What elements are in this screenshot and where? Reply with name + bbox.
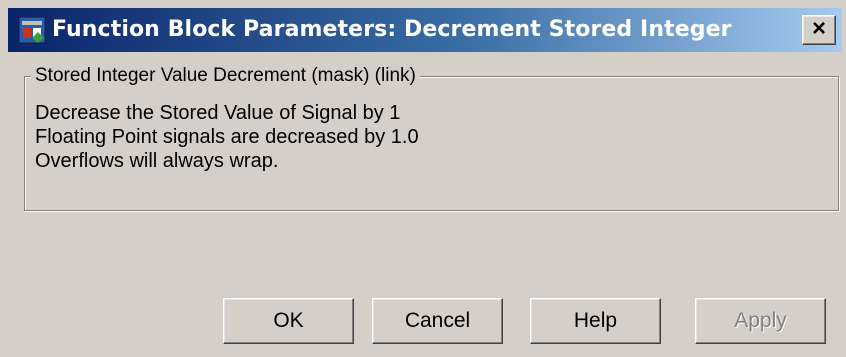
description-line: Decrease the Stored Value of Signal by 1 bbox=[35, 102, 401, 124]
ok-button[interactable]: OK bbox=[223, 298, 354, 344]
close-button[interactable]: × bbox=[802, 15, 836, 45]
description-line: Floating Point signals are decreased by … bbox=[35, 126, 419, 148]
close-icon: × bbox=[811, 15, 826, 42]
window-title: Function Block Parameters: Decrement Sto… bbox=[52, 17, 732, 42]
apply-button[interactable]: Apply bbox=[695, 298, 826, 344]
dialog-window: Function Block Parameters: Decrement Sto… bbox=[0, 0, 846, 357]
description-line: Overflows will always wrap. bbox=[35, 150, 279, 172]
cancel-button[interactable]: Cancel bbox=[372, 298, 503, 344]
help-button[interactable]: Help bbox=[530, 298, 661, 344]
description-group: Stored Integer Value Decrement (mask) (l… bbox=[24, 64, 839, 211]
group-legend: Stored Integer Value Decrement (mask) (l… bbox=[31, 64, 420, 88]
title-bar[interactable]: Function Block Parameters: Decrement Sto… bbox=[8, 8, 842, 52]
simulink-block-icon bbox=[18, 16, 46, 44]
